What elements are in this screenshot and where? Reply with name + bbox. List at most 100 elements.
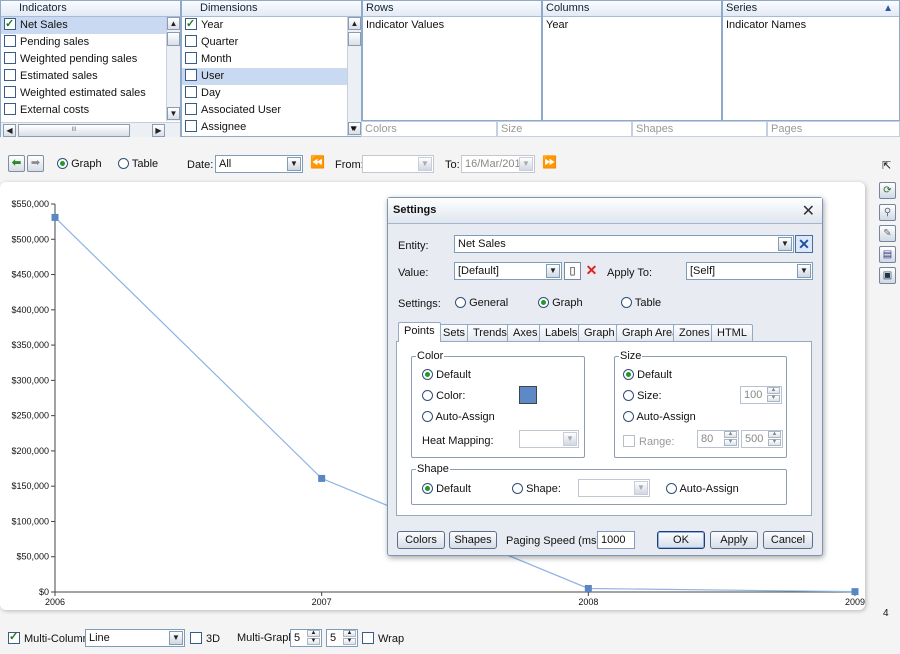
spin-up-icon[interactable]: ▲: [768, 431, 781, 438]
size-auto-radio[interactable]: Auto-Assign: [623, 411, 696, 423]
list-item[interactable]: User: [182, 68, 347, 85]
spin-up-icon[interactable]: ▲: [724, 431, 737, 438]
table-settings-radio[interactable]: Table: [621, 297, 661, 309]
checkbox[interactable]: [8, 630, 20, 644]
spin-down-icon[interactable]: ▼: [343, 638, 356, 645]
indicators-hscroll[interactable]: ◀ III ▶: [1, 122, 180, 137]
cancel-button[interactable]: Cancel: [763, 531, 813, 549]
refresh-icon[interactable]: ⟳: [879, 182, 896, 199]
spin-up-icon[interactable]: ▲: [343, 630, 356, 637]
multi-graph-a-spinner[interactable]: 5 ▲ ▼: [290, 629, 322, 647]
list-item[interactable]: Month: [182, 51, 347, 68]
spin-down-icon[interactable]: ▼: [767, 395, 780, 402]
shape-default-radio[interactable]: Default: [422, 483, 471, 495]
collapse-up-icon[interactable]: ▲: [883, 1, 893, 16]
scroll-up-icon[interactable]: ▲: [167, 17, 180, 30]
list-item[interactable]: Quarter: [182, 34, 347, 51]
chart-type-select[interactable]: Line ▼: [85, 629, 185, 647]
scroll-up-icon[interactable]: ▲: [348, 17, 361, 30]
multi-graph-b-spinner[interactable]: 5 ▲ ▼: [326, 629, 358, 647]
shapes-button[interactable]: Shapes: [449, 531, 497, 549]
color-auto-radio[interactable]: Auto-Assign: [422, 411, 495, 423]
apply-to-select[interactable]: [Self] ▼: [686, 262, 813, 280]
tab-html[interactable]: HTML: [711, 324, 753, 342]
radio-icon[interactable]: [57, 158, 68, 169]
chevron-down-icon[interactable]: ▼: [519, 157, 533, 171]
chevron-down-icon[interactable]: ▼: [797, 264, 811, 278]
chevron-down-icon[interactable]: ▼: [287, 157, 301, 171]
apply-button[interactable]: Apply: [710, 531, 758, 549]
skip-forward-icon[interactable]: ⏩: [541, 155, 558, 172]
to-select[interactable]: 16/Mar/2011 ▼: [461, 155, 535, 173]
tab-sets[interactable]: Sets: [437, 324, 472, 342]
filter-icon[interactable]: ⚲: [879, 204, 896, 221]
series-value[interactable]: Indicator Names: [723, 17, 899, 34]
rows-value[interactable]: Indicator Values: [363, 17, 541, 34]
spin-up-icon[interactable]: ▲: [307, 630, 320, 637]
forward-arrow-icon[interactable]: ➡: [27, 155, 44, 172]
radio-icon[interactable]: [666, 483, 677, 494]
clear-entity-icon[interactable]: ✕: [795, 235, 813, 253]
list-item[interactable]: Estimated sales: [1, 68, 166, 85]
range-checkbox[interactable]: Range:: [623, 435, 674, 448]
scroll-thumb[interactable]: III: [18, 124, 130, 137]
range-max-spinner[interactable]: 500 ▲ ▼: [741, 430, 783, 448]
dimensions-vscroll[interactable]: ▲ ▼: [347, 17, 361, 136]
checkbox[interactable]: [4, 103, 16, 115]
multi-column-checkbox[interactable]: Multi-Column: [8, 630, 89, 645]
scroll-down-icon[interactable]: ▼: [167, 107, 180, 120]
back-arrow-icon[interactable]: ⬅: [8, 155, 25, 172]
list-item[interactable]: Assignee: [182, 119, 347, 136]
checkbox[interactable]: [623, 435, 635, 447]
spin-down-icon[interactable]: ▼: [307, 638, 320, 645]
pages-zone[interactable]: Pages: [767, 121, 900, 137]
checkbox[interactable]: [185, 86, 197, 98]
value-select[interactable]: [Default] ▼: [454, 262, 562, 280]
checkbox[interactable]: [4, 86, 16, 98]
checkbox[interactable]: [185, 16, 197, 33]
shapes-zone[interactable]: Shapes: [632, 121, 767, 137]
delete-icon[interactable]: ✕: [583, 262, 600, 280]
radio-icon[interactable]: [422, 390, 433, 401]
new-document-icon[interactable]: ▯: [564, 262, 581, 280]
graph-settings-radio[interactable]: Graph: [538, 297, 583, 309]
checkbox[interactable]: [190, 632, 202, 644]
radio-icon[interactable]: [118, 158, 129, 169]
size-custom-radio[interactable]: Size:: [623, 390, 662, 402]
checkbox[interactable]: [4, 69, 16, 81]
size-default-radio[interactable]: Default: [623, 369, 672, 381]
checkbox[interactable]: [362, 632, 374, 644]
radio-icon[interactable]: [455, 297, 466, 308]
chevron-down-icon[interactable]: ▼: [563, 432, 577, 446]
graph-radio[interactable]: Graph: [57, 158, 102, 170]
radio-icon[interactable]: [422, 369, 433, 380]
export-icon[interactable]: ▤: [879, 246, 896, 263]
tab-trends[interactable]: Trends: [467, 324, 513, 342]
chevron-down-icon[interactable]: ▼: [778, 237, 792, 251]
scroll-left-icon[interactable]: ◀: [3, 124, 16, 137]
general-radio[interactable]: General: [455, 297, 508, 309]
list-item[interactable]: Weighted estimated sales: [1, 85, 166, 102]
checkbox[interactable]: [4, 52, 16, 64]
chevron-down-icon[interactable]: ▼: [634, 481, 648, 495]
tab-points[interactable]: Points: [398, 322, 441, 342]
radio-icon[interactable]: [512, 483, 523, 494]
size-spinner[interactable]: 100 ▲ ▼: [740, 386, 782, 404]
colors-button[interactable]: Colors: [397, 531, 445, 549]
size-zone[interactable]: Size: [497, 121, 632, 137]
color-swatch[interactable]: [519, 386, 537, 404]
checkbox[interactable]: [185, 103, 197, 115]
list-item[interactable]: Weighted pending sales: [1, 51, 166, 68]
list-item[interactable]: Pending sales: [1, 34, 166, 51]
color-default-radio[interactable]: Default: [422, 369, 471, 381]
rows-panel[interactable]: Rows Indicator Values: [362, 0, 542, 121]
radio-icon[interactable]: [538, 297, 549, 308]
spin-down-icon[interactable]: ▼: [768, 439, 781, 446]
radio-icon[interactable]: [623, 369, 634, 380]
columns-value[interactable]: Year: [543, 17, 721, 34]
spin-down-icon[interactable]: ▼: [724, 439, 737, 446]
from-select[interactable]: ▼: [362, 155, 434, 173]
list-item[interactable]: Day: [182, 85, 347, 102]
checkbox[interactable]: [4, 16, 16, 33]
table-radio[interactable]: Table: [118, 158, 158, 170]
